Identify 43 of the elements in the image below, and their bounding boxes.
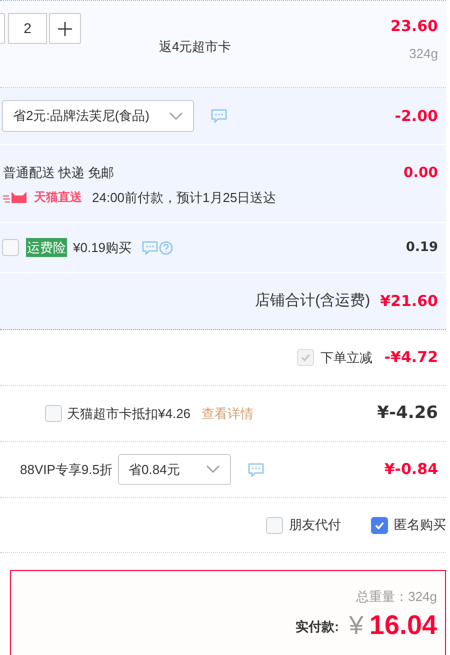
delivery-eta: 24:00前付款，预计1月25日送达: [92, 188, 276, 206]
chat-icon[interactable]: [211, 109, 227, 123]
promo-amount: -2.00: [394, 106, 438, 127]
checkbox[interactable]: [266, 516, 283, 534]
chat-icon[interactable]: [142, 240, 158, 254]
item-weight: 324g: [409, 44, 438, 63]
card-deduction-amount: ¥-4.26: [377, 402, 438, 425]
insurance-amount: 0.19: [406, 238, 438, 257]
instant-discount-amount: -¥4.72: [384, 347, 438, 368]
currency-symbol: ¥: [348, 608, 364, 640]
pay-label: 实付款:: [296, 618, 339, 636]
plus-icon: [58, 22, 72, 36]
checkbox[interactable]: [2, 239, 19, 256]
vip-label: 88VIP专享9.5折: [20, 460, 112, 479]
total-weight: 总重量：324g: [356, 588, 437, 606]
checkbox[interactable]: [371, 516, 388, 534]
rebate-text: 返4元超市卡: [159, 38, 232, 56]
item-price: 23.60: [390, 16, 438, 37]
checkbox[interactable]: [45, 405, 62, 422]
check-icon: [300, 352, 312, 363]
vip-amount: ¥-0.84: [384, 459, 438, 480]
delivery-label: 天猫直送: [34, 189, 82, 206]
shop-total-amount: ¥21.60: [380, 290, 438, 312]
vip-select[interactable]: 省0.84元: [118, 454, 230, 485]
shop-total-label: 店铺合计(含运费): [255, 290, 370, 311]
shipping-amount: 0.00: [403, 164, 438, 183]
instant-discount-label: 下单立减: [320, 348, 372, 367]
insurance-tag: 运费险: [26, 238, 67, 258]
promo-select[interactable]: 省2元:品牌法芙尼(食品): [2, 100, 194, 132]
option-label: 匿名购买: [394, 516, 446, 534]
option-label: 朋友代付: [289, 516, 341, 534]
chat-icon[interactable]: [248, 462, 264, 476]
chevron-down-icon: [169, 112, 183, 120]
card-deduction-label: 天猫超市卡抵扣¥4.26: [67, 404, 191, 423]
stepper-button[interactable]: [0, 13, 5, 44]
total-amount: 16.04: [369, 608, 437, 640]
insurance-price: ¥0.19购买: [73, 238, 132, 257]
help-icon[interactable]: [158, 240, 173, 254]
chevron-down-icon: [206, 465, 220, 474]
check-icon: [374, 520, 385, 530]
plus-button[interactable]: [49, 13, 81, 44]
shipping-method: 普通配送 快递 免邮: [3, 164, 116, 182]
quantity-field[interactable]: 2: [8, 13, 47, 44]
